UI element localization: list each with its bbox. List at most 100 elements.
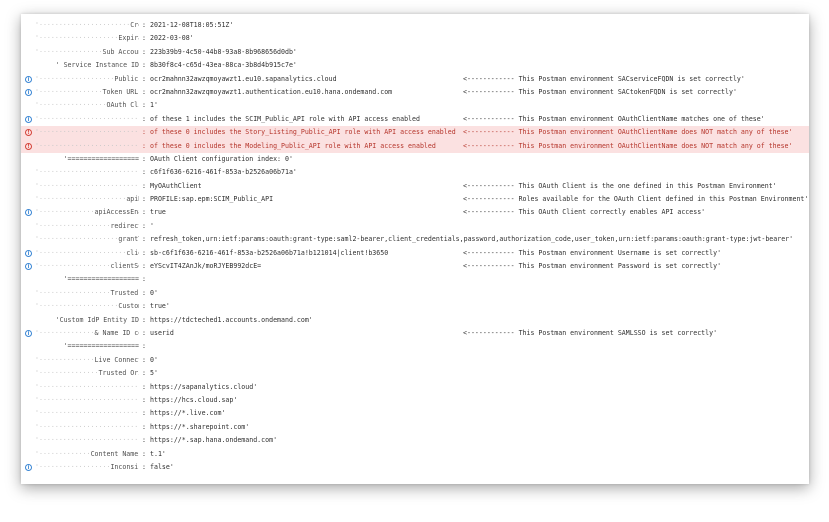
- log-row: '······························: https://…: [21, 381, 809, 394]
- leader-dots: '··············: [35, 355, 95, 364]
- key-value-separator: :: [142, 114, 146, 123]
- log-value: of these 0 includes the Modeling_Public_…: [150, 141, 436, 150]
- key-value-separator: :: [142, 382, 146, 391]
- log-row-error: !'······························: of thes…: [21, 126, 809, 140]
- log-key: '··············Live Connections: [35, 354, 139, 367]
- log-key-label: Custom IdP: [118, 302, 139, 311]
- leader-dots: '······················: [35, 248, 127, 257]
- leader-dots: '······························: [35, 128, 139, 137]
- leader-dots: '····················: [35, 235, 119, 244]
- console-panel: '·······················Created:2021-12-…: [21, 14, 809, 484]
- log-row: i'······························: of thes…: [21, 113, 809, 126]
- key-value-separator: :: [142, 61, 146, 70]
- log-value: MyOAuthClient: [150, 181, 202, 190]
- leader-dots: '······················: [35, 195, 127, 204]
- log-key: '··························name: [35, 180, 139, 193]
- log-value: true: [150, 208, 166, 217]
- log-row: i'··················clientSecret: eYScvIT…: [21, 260, 809, 273]
- log-key: '················Token URL FQDN: [35, 86, 139, 99]
- log-key: '····················grantTypes: [35, 233, 139, 246]
- log-value: 2022-03-08': [150, 34, 194, 43]
- info-icon: i: [25, 75, 32, 83]
- error-icon: !: [25, 142, 32, 150]
- validation-message: <------------ This Postman environment U…: [463, 248, 722, 257]
- log-value: 2021-12-08T18:05:51Z': [150, 21, 234, 29]
- log-row: '==================: OAuth Client configu…: [21, 153, 809, 166]
- log-key-label: apiAccessEnabled: [94, 208, 139, 217]
- log-key: '······························: [35, 394, 139, 407]
- validation-message: <------------ This Postman environment O…: [463, 141, 793, 150]
- key-value-separator: :: [142, 128, 146, 137]
- info-icon: i: [25, 249, 32, 257]
- key-value-separator: :: [142, 21, 146, 29]
- log-key: '···············Trusted Origins: [35, 367, 139, 380]
- log-value: https://hcs.cloud.sap': [150, 395, 238, 404]
- key-value-separator: :: [142, 262, 146, 271]
- log-row: '······························: https://…: [21, 434, 809, 447]
- log-key: '··················redirectUris: [35, 220, 139, 233]
- log-value: https://*.sharepoint.com': [150, 422, 250, 431]
- key-value-separator: :: [142, 328, 146, 337]
- log-value: sb-c6f1f636-6216-461f-853a-b2526a06b71a!…: [150, 248, 389, 257]
- log-key-label: Sub Account ID: [102, 47, 140, 56]
- log-row: '··············Live Connections:0': [21, 354, 809, 367]
- leader-dots: '·············: [35, 449, 91, 458]
- key-value-separator: :: [142, 422, 146, 431]
- log-value: 8b30f8c4-c65d-43ea-88ca-3b8d4b915c7e': [150, 61, 297, 70]
- log-key-label: grantTypes: [118, 235, 139, 244]
- log-key-label: ' Service Instance ID: [55, 61, 139, 70]
- info-icon: i: [25, 463, 32, 471]
- log-key: '==================: [35, 273, 139, 286]
- leader-dots: '··················: [35, 262, 111, 271]
- log-row: i'················Token URL FQDN: ocr2mah…: [21, 86, 809, 99]
- log-key-label: Expiration: [118, 34, 139, 43]
- key-value-separator: :: [142, 275, 146, 284]
- log-key: '····················Expiration: [35, 32, 139, 45]
- log-row: '·················OAuth Clients:1': [21, 99, 809, 112]
- log-row: '······················apiRoles: PROFILE:…: [21, 193, 809, 206]
- log-key: '······························: [35, 407, 139, 420]
- log-key-label: Trusted Origins: [98, 369, 139, 378]
- log-value: https://tdcteched1.accounts.ondemand.com…: [150, 315, 313, 324]
- leader-dots: '···················: [35, 74, 115, 83]
- log-key: '······························: [35, 381, 139, 394]
- log-key-label: Inconsistent: [110, 462, 139, 471]
- log-row: '···············Trusted Origins:5': [21, 367, 809, 380]
- leader-dots: '················: [35, 47, 103, 56]
- log-value: ': [150, 221, 154, 230]
- leader-dots: '······························: [35, 114, 139, 123]
- log-key-label: '==================: [63, 154, 139, 163]
- leader-dots: '··············: [35, 328, 95, 337]
- validation-message: <------------ This OAuth Client correctl…: [463, 208, 706, 217]
- log-value: of these 1 includes the SCIM_Public_API …: [150, 114, 420, 123]
- validation-message: <------------ This Postman environment O…: [463, 114, 765, 123]
- key-value-separator: :: [142, 302, 146, 311]
- key-value-separator: :: [142, 154, 146, 163]
- log-key-label: Content Namespace: [90, 449, 139, 458]
- log-row: 'Custom IdP Entity ID: https://tdcteched1…: [21, 314, 809, 327]
- log-key-label: '==================: [63, 275, 139, 284]
- log-key-label: 'Custom IdP Entity ID: [55, 315, 139, 324]
- leader-dots: '···············: [35, 369, 99, 378]
- log-key-label: OAuth Clients: [106, 101, 139, 110]
- validation-message: <------------ This OAuth Client is the o…: [463, 181, 777, 190]
- log-key: '·············Content Namespace: [35, 448, 139, 461]
- log-key: '·················OAuth Clients: [35, 99, 139, 112]
- log-key: '==================: [35, 153, 139, 166]
- leader-dots: '······························: [35, 395, 139, 404]
- key-value-separator: :: [142, 195, 146, 204]
- log-row: '··················redirectUris: ': [21, 220, 809, 233]
- log-row: ' Service Instance ID:8b30f8c4-c65d-43ea…: [21, 59, 809, 72]
- log-value: false': [150, 462, 174, 471]
- log-value: 5': [150, 369, 158, 378]
- log-key-label: clientSecret: [110, 262, 139, 271]
- log-value: eYScvIT4ZAnJk/moRJYEB992dcE=: [150, 262, 262, 271]
- log-value: 0': [150, 288, 158, 297]
- log-key: '··············& Name ID column: [35, 327, 139, 340]
- log-value: userid: [150, 328, 174, 337]
- leader-dots: '·······················: [35, 21, 131, 29]
- log-value: of these 0 includes the Story_Listing_Pu…: [150, 128, 456, 137]
- log-key: '·······················Created: [35, 19, 139, 32]
- leader-dots: '··························: [35, 181, 139, 190]
- leader-dots: '················: [35, 87, 103, 96]
